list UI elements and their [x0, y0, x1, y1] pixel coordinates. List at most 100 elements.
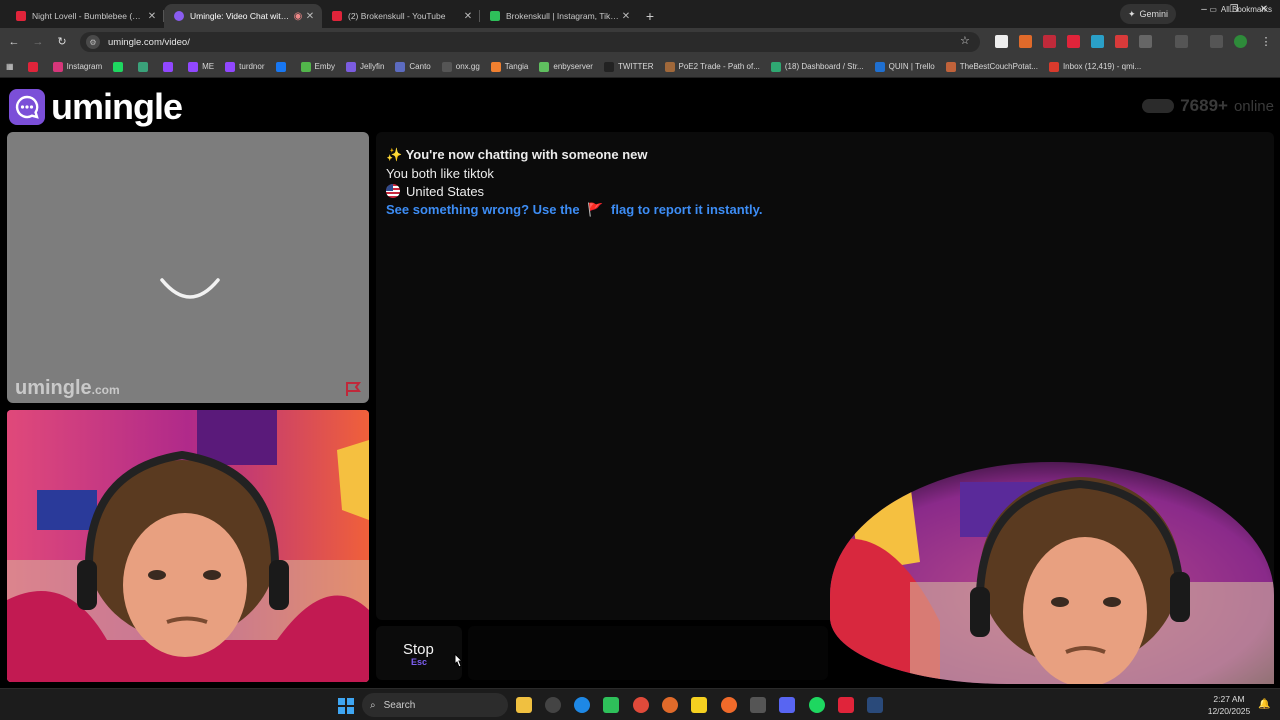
bookmark-item[interactable]: Inbox (12,419) - qmi... [1048, 61, 1141, 72]
close-tab-icon[interactable]: ✕ [462, 11, 474, 22]
taskbar-clock[interactable]: 2:27 AM 12/20/2025 [1204, 693, 1254, 717]
bookmark-item[interactable]: enbyserver [539, 61, 593, 72]
new-chat-text: You're now chatting with someone new [405, 147, 648, 162]
media-player-icon[interactable] [603, 697, 619, 713]
logo-text: umingle [51, 86, 183, 127]
new-tab-button[interactable]: + [638, 4, 662, 28]
online-count: 7689+ [1180, 96, 1228, 115]
bookmark-item[interactable]: TheBestCouchPotat... [945, 61, 1038, 72]
all-bookmarks-folder[interactable]: ▭ All Bookmarks [1209, 5, 1272, 14]
youtube-favicon-icon [332, 11, 342, 21]
address-bar[interactable]: ⚙ umingle.com/video/ [80, 32, 980, 52]
chrome-icon[interactable] [633, 697, 649, 713]
back-arrow-icon[interactable]: ← [6, 34, 22, 50]
app-icon[interactable] [750, 697, 766, 713]
reload-icon[interactable]: ↻ [54, 34, 70, 50]
extension-icon[interactable] [1043, 35, 1056, 48]
browser-tab[interactable]: Night Lovell - Bumblebee (KEFI ✕ [6, 4, 164, 28]
bookmark-item[interactable]: (18) Dashboard / Str... [770, 61, 864, 72]
app-icon[interactable] [838, 697, 854, 713]
stop-label: Stop [403, 641, 434, 658]
sticky-notes-icon[interactable] [691, 697, 707, 713]
watermark-text: umingle [15, 377, 92, 399]
apps-grid-icon[interactable]: ▦ [6, 62, 14, 71]
tab-title: (2) Brokenskull - YouTube [348, 11, 446, 21]
bookmark-item[interactable]: Jellyfin [345, 61, 385, 72]
spotify-icon[interactable] [809, 697, 825, 713]
bookmark-favicon-icon [113, 61, 124, 72]
bookmark-item[interactable]: PoE2 Trade - Path of... [664, 61, 760, 72]
bookmark-label: Canto [409, 62, 431, 71]
gemini-button[interactable]: ✦ Gemini [1120, 4, 1177, 24]
bookmark-favicon-icon [539, 61, 550, 72]
extension-youtube-icon[interactable] [1067, 35, 1080, 48]
bookmark-item[interactable] [138, 61, 152, 72]
extension-k-icon[interactable] [995, 35, 1008, 48]
self-camera-video [7, 410, 369, 682]
bookmark-favicon-icon [441, 61, 452, 72]
notification-bell-icon[interactable]: 🔔 [1258, 699, 1270, 710]
bookmark-star-icon[interactable]: ☆ [960, 34, 970, 47]
report-flag-icon[interactable] [344, 380, 362, 398]
online-toggle[interactable] [1142, 99, 1175, 113]
kebab-menu-icon[interactable]: ⋮ [1258, 34, 1274, 50]
taskbar-search[interactable]: ⌕ Search [362, 693, 508, 717]
steam-icon[interactable] [867, 697, 883, 713]
message-input[interactable] [468, 626, 828, 680]
browser-tab[interactable]: Brokenskull | Instagram, TikTok, ✕ [480, 4, 638, 28]
bookmark-item[interactable]: Canto [395, 61, 431, 72]
discord-icon[interactable] [779, 697, 795, 713]
bookmark-item[interactable] [27, 61, 42, 72]
bookmark-label: PoE2 Trade - Path of... [678, 62, 760, 71]
bookmark-item[interactable]: Tangia [490, 61, 529, 72]
cast-icon[interactable] [1175, 35, 1188, 48]
bookmark-item[interactable]: ME [188, 61, 214, 72]
file-explorer-icon[interactable] [516, 697, 532, 713]
umingle-logo[interactable]: umingle [9, 86, 183, 128]
forward-arrow-icon[interactable]: → [30, 34, 46, 50]
bookmark-item[interactable]: Emby [300, 61, 335, 72]
bookmark-label: Jellyfin [359, 62, 385, 71]
online-label: online [1233, 97, 1274, 115]
red-flag-icon: 🚩 [587, 202, 604, 217]
extension-icon[interactable] [1091, 35, 1104, 48]
bookmark-favicon-icon [664, 61, 675, 72]
close-tab-icon[interactable]: ✕ [620, 11, 632, 22]
site-info-icon[interactable]: ⚙ [86, 35, 100, 49]
app-icon[interactable] [662, 697, 678, 713]
bookmark-favicon-icon [603, 61, 614, 72]
extension-icon[interactable] [1019, 35, 1032, 48]
bookmark-item[interactable]: TWITTER [603, 61, 654, 72]
close-tab-icon[interactable]: ✕ [146, 11, 158, 22]
close-tab-icon[interactable]: ✕ [304, 11, 316, 22]
bookmark-item[interactable] [163, 61, 177, 72]
bookmark-label: Tangia [504, 62, 529, 71]
profile-avatar[interactable] [1234, 35, 1247, 48]
youtube-favicon-icon [16, 11, 26, 21]
edge-icon[interactable] [574, 697, 590, 713]
search-icon: ⌕ [370, 699, 376, 711]
bookmark-favicon-icon [770, 61, 781, 72]
tab-title: Brokenskull | Instagram, TikTok, [506, 11, 620, 21]
browser-tab-active[interactable]: Umingle: Video Chat with S ◉ ✕ [164, 4, 322, 28]
country-line: United States [386, 184, 484, 199]
reading-list-icon[interactable] [1210, 35, 1223, 48]
bookmark-item[interactable] [275, 61, 290, 72]
bookmark-label: turdnor [239, 62, 265, 71]
bookmark-item[interactable]: turdnor [225, 61, 265, 72]
sparkles-icon: ✨ [386, 147, 403, 162]
extensions-puzzle-icon[interactable] [1139, 35, 1152, 48]
app-icon[interactable] [545, 697, 561, 713]
bookmark-item[interactable] [113, 61, 127, 72]
browser-tab[interactable]: (2) Brokenskull - YouTube ✕ [322, 4, 480, 28]
extension-icon[interactable] [1115, 35, 1128, 48]
bookmark-item[interactable]: QUIN | Trello [874, 61, 935, 72]
firefox-icon[interactable] [721, 697, 737, 713]
bookmark-item[interactable]: onx.gg [441, 61, 480, 72]
bookmark-item[interactable]: Instagram [52, 61, 102, 72]
gemini-label: Gemini [1139, 9, 1169, 19]
bookmark-label: Emby [314, 62, 335, 71]
browser-tabstrip: Night Lovell - Bumblebee (KEFI ✕ Umingle… [0, 0, 1280, 28]
bookmark-favicon-icon [163, 61, 174, 72]
windows-start-icon[interactable] [338, 698, 354, 714]
